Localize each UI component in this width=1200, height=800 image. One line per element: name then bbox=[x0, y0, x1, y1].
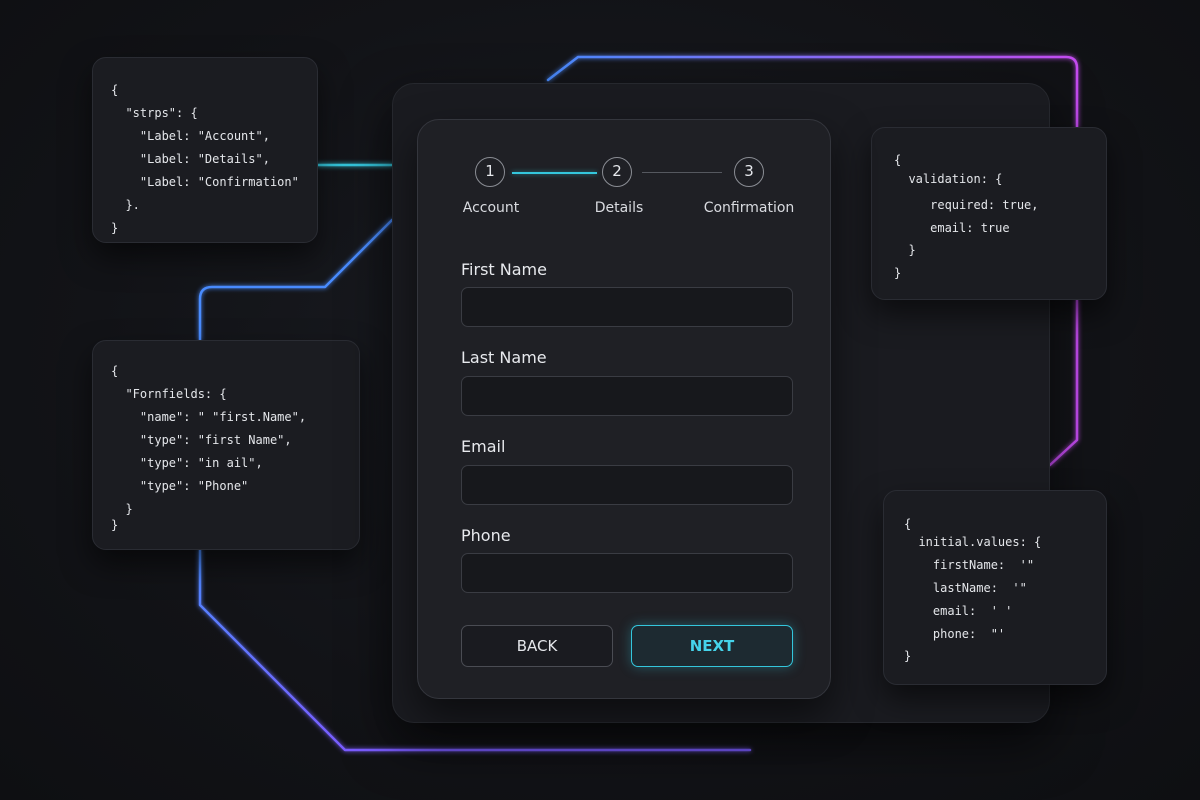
code-line: required: true, bbox=[894, 198, 1039, 212]
wire-right bbox=[1048, 298, 1079, 467]
step-1-label: Account bbox=[462, 200, 520, 216]
code-line: { bbox=[894, 153, 902, 167]
step-1-circle[interactable]: 1 bbox=[475, 157, 505, 187]
code-card-steps: { "strps": { "Label: "Account", "Label: … bbox=[92, 57, 318, 243]
step-3-label: Confirmation bbox=[703, 200, 795, 216]
code-line: phone: "' bbox=[904, 627, 1006, 641]
step-connector-2-3 bbox=[642, 172, 722, 173]
code-line: "type": "first Name", bbox=[111, 433, 292, 447]
code-line: "name": " "first.Name", bbox=[111, 410, 307, 424]
code-line: lastName: '" bbox=[904, 581, 1027, 595]
code-line: } bbox=[894, 243, 916, 257]
code-line: email: ' ' bbox=[904, 604, 1013, 618]
code-line: firstName: '" bbox=[904, 558, 1035, 572]
code-line: "Label: "Account", bbox=[111, 129, 270, 143]
step-2-circle[interactable]: 2 bbox=[602, 157, 632, 187]
first-name-input[interactable] bbox=[461, 287, 793, 327]
email-input[interactable] bbox=[461, 465, 793, 505]
phone-label: Phone bbox=[461, 526, 511, 545]
code-line: validation: { bbox=[894, 172, 1003, 186]
code-line: { bbox=[904, 517, 912, 531]
code-line: { bbox=[111, 83, 119, 97]
code-line: } bbox=[111, 221, 119, 235]
code-line: "Label: "Confirmation" bbox=[111, 175, 299, 189]
step-3-circle[interactable]: 3 bbox=[734, 157, 764, 187]
code-line: } bbox=[111, 502, 133, 516]
code-line: }. bbox=[111, 198, 140, 212]
code-line: email: true bbox=[894, 221, 1010, 235]
code-card-form-fields: { "Fornfields: { "name": " "first.Name",… bbox=[92, 340, 360, 550]
form-card: 1 2 3 Account Details Confirmation First… bbox=[417, 119, 831, 699]
last-name-input[interactable] bbox=[461, 376, 793, 416]
back-button[interactable]: BACK bbox=[461, 625, 613, 667]
code-line: "type": "Phone" bbox=[111, 479, 249, 493]
code-line: } bbox=[894, 266, 902, 280]
code-line: "Label: "Details", bbox=[111, 152, 270, 166]
last-name-label: Last Name bbox=[461, 348, 547, 367]
code-line: } bbox=[904, 649, 912, 663]
phone-input[interactable] bbox=[461, 553, 793, 593]
first-name-label: First Name bbox=[461, 260, 547, 279]
code-line: { bbox=[111, 364, 119, 378]
code-line: "Fornfields: { bbox=[111, 387, 227, 401]
step-2-label: Details bbox=[594, 200, 644, 216]
email-label: Email bbox=[461, 437, 506, 456]
step-connector-1-2 bbox=[512, 172, 597, 174]
code-line: initial.values: { bbox=[904, 535, 1042, 549]
code-line: "type": "in ail", bbox=[111, 456, 263, 470]
code-line: "strps": { bbox=[111, 106, 198, 120]
code-card-validation: { validation: { required: true, email: t… bbox=[871, 127, 1107, 300]
next-button[interactable]: NEXT bbox=[631, 625, 793, 667]
code-line: } bbox=[111, 518, 119, 532]
code-card-initial-values: { initial.values: { firstName: '" lastNa… bbox=[883, 490, 1107, 685]
